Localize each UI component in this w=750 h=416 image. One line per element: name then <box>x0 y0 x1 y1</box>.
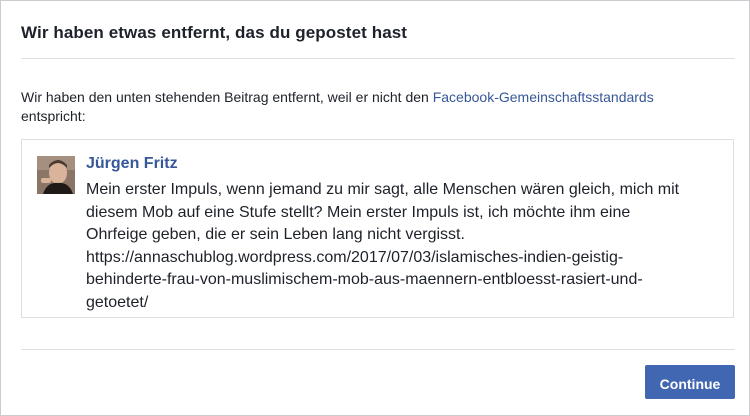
intro-message: Wir haben den unten stehenden Beitrag en… <box>21 88 721 126</box>
author-avatar <box>37 156 75 194</box>
dialog-title: Wir haben etwas entfernt, das du geposte… <box>21 23 408 42</box>
community-standards-link[interactable]: Facebook-Gemeinschaftsstandards <box>433 89 654 105</box>
header-divider <box>21 58 735 59</box>
footer-divider <box>21 349 735 350</box>
post-author-name[interactable]: Jürgen Fritz <box>86 155 178 173</box>
intro-text: Wir haben den unten stehenden Beitrag en… <box>21 89 433 105</box>
avatar-portrait-icon <box>37 156 75 194</box>
post-text: Mein erster Impuls, wenn jemand zu mir s… <box>86 181 680 311</box>
removed-post-card: Jürgen Fritz Mein erster Impuls, wenn je… <box>21 139 734 318</box>
intro-suffix: entspricht: <box>21 108 86 124</box>
removed-post-dialog: Wir haben etwas entfernt, das du geposte… <box>0 0 750 416</box>
continue-button[interactable]: Continue <box>645 365 735 399</box>
